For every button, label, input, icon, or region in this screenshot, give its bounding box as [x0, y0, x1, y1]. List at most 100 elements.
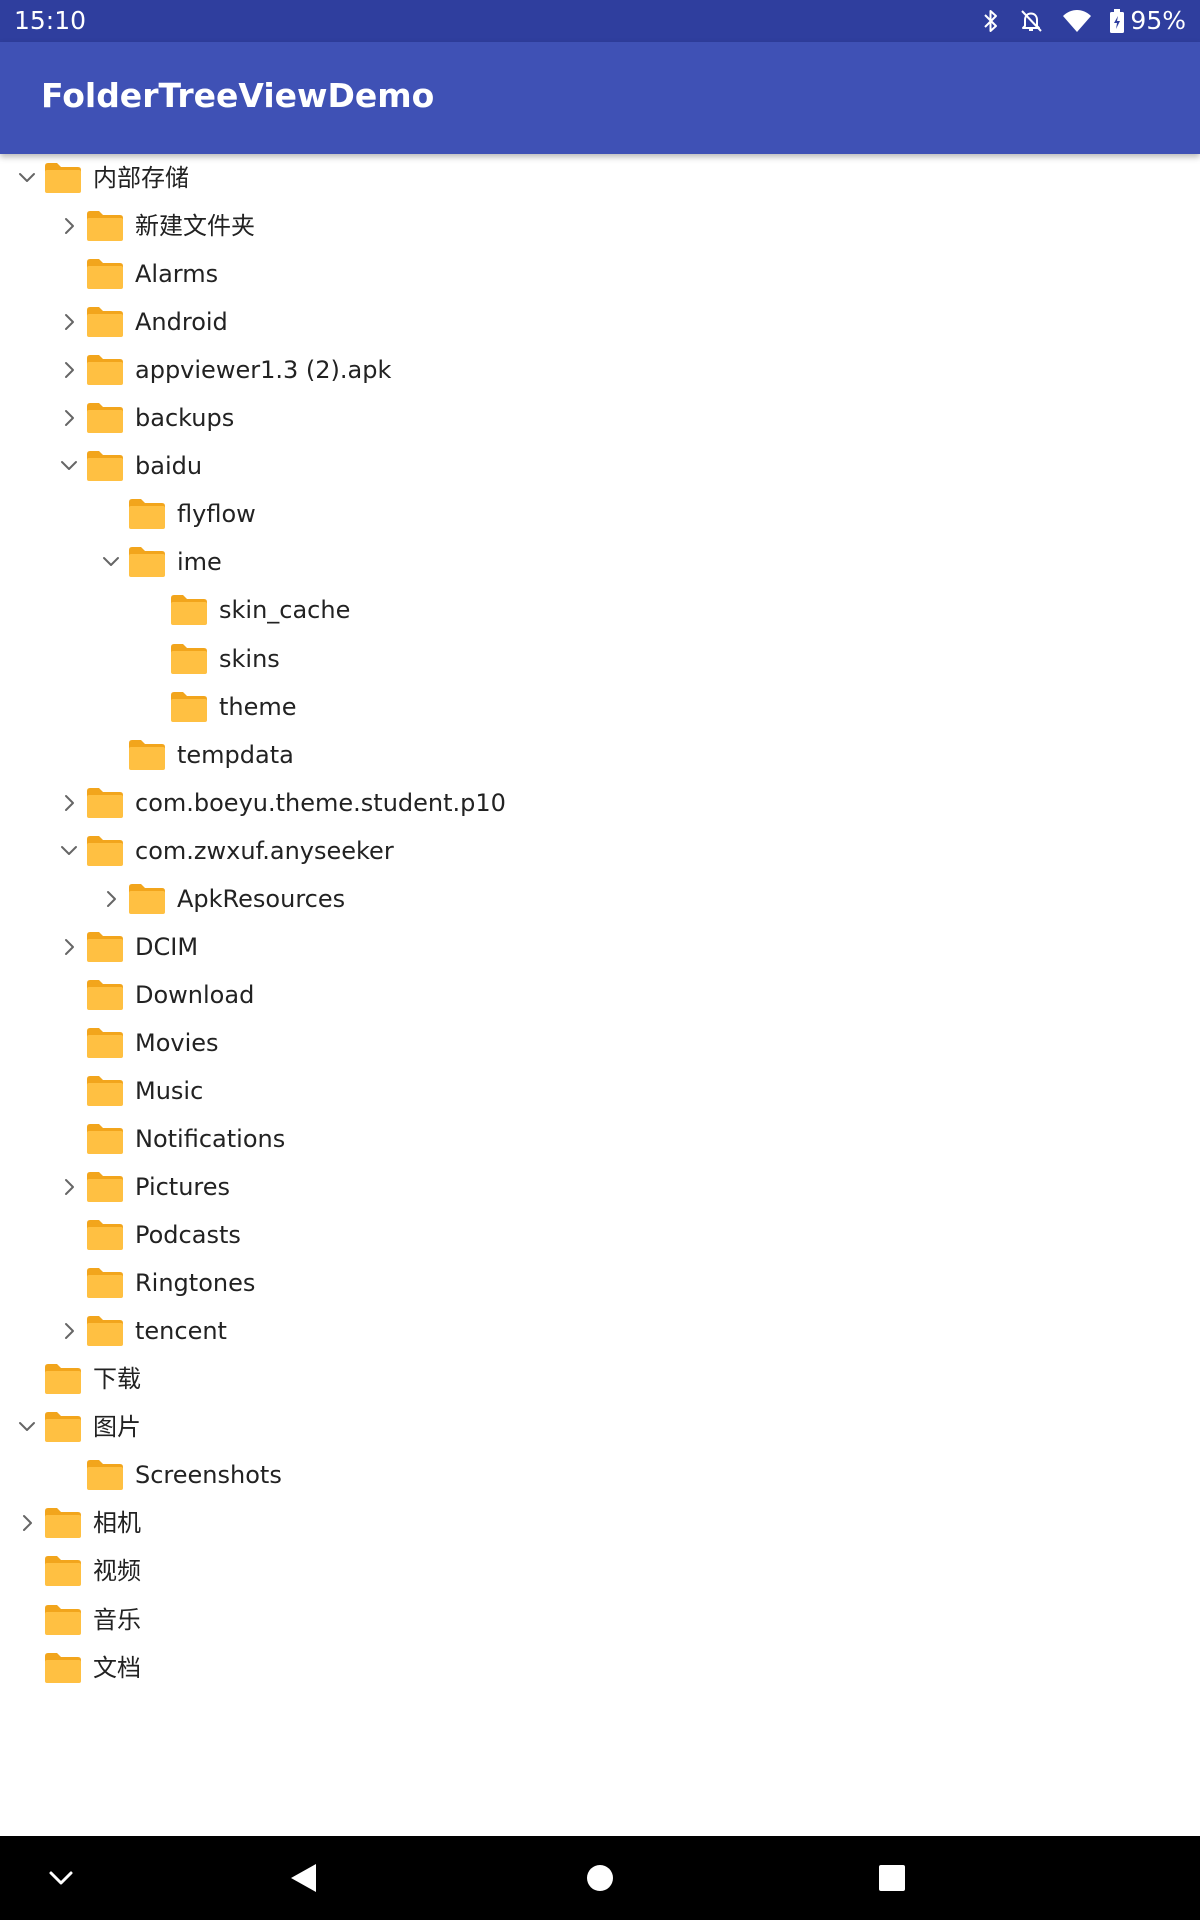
tree-node-label: flyflow: [177, 500, 256, 529]
folder-icon: [129, 547, 165, 578]
folder-icon: [87, 1124, 123, 1154]
back-icon[interactable]: [288, 1862, 318, 1894]
chevron-right-icon[interactable]: [57, 935, 81, 959]
tree-node[interactable]: DCIM: [0, 923, 1200, 971]
tree-node-label: 图片: [93, 1413, 141, 1442]
chevron-right-icon[interactable]: [57, 214, 81, 238]
notifications-off-icon: [1018, 8, 1044, 34]
tree-node[interactable]: theme: [0, 683, 1200, 731]
tree-node[interactable]: 图片: [0, 1403, 1200, 1451]
folder-icon: [171, 643, 207, 674]
tree-node[interactable]: com.zwxuf.anyseeker: [0, 827, 1200, 875]
tree-node[interactable]: 相机: [0, 1499, 1200, 1547]
tree-node-label: skins: [219, 644, 280, 673]
bluetooth-icon: [982, 8, 1000, 34]
folder-icon: [45, 1508, 81, 1539]
tree-node-label: 内部存储: [93, 164, 189, 192]
tree-node-label: Ringtones: [135, 1269, 256, 1298]
folder-icon: [45, 1652, 81, 1683]
tree-node[interactable]: ime: [0, 538, 1200, 586]
tree-node-label: tencent: [135, 1317, 227, 1346]
chevron-right-icon[interactable]: [57, 791, 81, 815]
chevron-down-icon[interactable]: [15, 166, 39, 190]
tree-node[interactable]: Screenshots: [0, 1451, 1200, 1499]
tree-node-label: Android: [135, 308, 228, 337]
app-bar: FolderTreeViewDemo: [0, 42, 1200, 154]
tree-node-label: com.zwxuf.anyseeker: [135, 836, 394, 865]
tree-node[interactable]: 新建文件夹: [0, 202, 1200, 250]
folder-icon: [87, 1460, 123, 1491]
folder-icon: [87, 403, 123, 434]
tree-node-label: backups: [135, 404, 235, 433]
recents-icon[interactable]: [879, 1865, 905, 1891]
folder-icon: [45, 163, 81, 193]
hide-keyboard-icon[interactable]: [46, 1866, 76, 1890]
tree-node[interactable]: ApkResources: [0, 875, 1200, 923]
tree-node-label: 视频: [93, 1557, 141, 1586]
app-title: FolderTreeViewDemo: [41, 76, 435, 115]
chevron-right-icon[interactable]: [57, 358, 81, 382]
chevron-right-icon[interactable]: [57, 406, 81, 430]
tree-node[interactable]: tencent: [0, 1307, 1200, 1355]
folder-icon: [87, 211, 123, 242]
tree-node-label: 新建文件夹: [135, 212, 255, 241]
folder-icon: [87, 1316, 123, 1347]
tree-node[interactable]: Android: [0, 298, 1200, 346]
tree-node[interactable]: 视频: [0, 1547, 1200, 1595]
chevron-down-icon[interactable]: [57, 454, 81, 478]
tree-node[interactable]: Podcasts: [0, 1211, 1200, 1259]
navigation-bar: [0, 1836, 1200, 1920]
tree-node[interactable]: Notifications: [0, 1115, 1200, 1163]
tree-node[interactable]: 文档: [0, 1644, 1200, 1692]
folder-icon: [45, 1556, 81, 1587]
tree-node[interactable]: Download: [0, 971, 1200, 1019]
chevron-right-icon[interactable]: [15, 1511, 39, 1535]
tree-node[interactable]: com.boeyu.theme.student.p10: [0, 779, 1200, 827]
tree-node[interactable]: Ringtones: [0, 1259, 1200, 1307]
folder-icon: [87, 787, 123, 818]
tree-node-label: baidu: [135, 452, 203, 481]
tree-node[interactable]: Music: [0, 1067, 1200, 1115]
chevron-down-icon[interactable]: [99, 550, 123, 574]
tree-node[interactable]: 音乐: [0, 1596, 1200, 1644]
tree-node[interactable]: Movies: [0, 1019, 1200, 1067]
tree-node[interactable]: appviewer1.3 (2).apk: [0, 346, 1200, 394]
battery-icon: [1110, 9, 1125, 33]
folder-icon: [45, 1364, 81, 1395]
folder-icon: [171, 595, 207, 626]
home-icon[interactable]: [586, 1864, 614, 1892]
chevron-right-icon[interactable]: [57, 310, 81, 334]
tree-node-label: com.boeyu.theme.student.p10: [135, 788, 506, 817]
tree-node[interactable]: Alarms: [0, 250, 1200, 298]
tree-node[interactable]: flyflow: [0, 490, 1200, 538]
tree-node-label: Notifications: [135, 1125, 286, 1153]
tree-node[interactable]: baidu: [0, 442, 1200, 490]
folder-icon: [87, 1220, 123, 1251]
tree-node[interactable]: 内部存储: [0, 154, 1200, 202]
folder-icon: [129, 499, 165, 530]
folder-icon: [87, 979, 123, 1010]
chevron-right-icon[interactable]: [99, 887, 123, 911]
tree-node[interactable]: tempdata: [0, 731, 1200, 779]
status-time: 15:10: [14, 6, 87, 35]
tree-node-label: Download: [135, 980, 255, 1009]
wifi-icon: [1062, 9, 1092, 33]
folder-icon: [87, 259, 123, 290]
chevron-down-icon[interactable]: [15, 1415, 39, 1439]
folder-icon: [129, 883, 165, 914]
tree-node-label: appviewer1.3 (2).apk: [135, 356, 392, 385]
tree-node[interactable]: skin_cache: [0, 586, 1200, 634]
tree-node[interactable]: 下载: [0, 1355, 1200, 1403]
chevron-right-icon[interactable]: [57, 1175, 81, 1199]
tree-node-label: Screenshots: [135, 1461, 282, 1490]
folder-icon: [87, 1268, 123, 1299]
tree-node[interactable]: Pictures: [0, 1163, 1200, 1211]
tree-node-label: tempdata: [177, 740, 294, 769]
chevron-down-icon[interactable]: [57, 839, 81, 863]
chevron-right-icon[interactable]: [57, 1319, 81, 1343]
folder-icon: [87, 451, 123, 482]
tree-node[interactable]: backups: [0, 394, 1200, 442]
tree-node-label: DCIM: [135, 932, 199, 961]
tree-node[interactable]: skins: [0, 635, 1200, 683]
folder-icon: [87, 355, 123, 386]
